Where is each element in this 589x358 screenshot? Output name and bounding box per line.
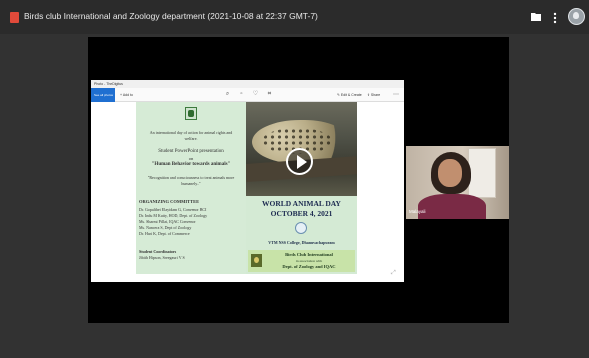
club-department: Dept. of Zoology and IQAC — [282, 264, 336, 269]
zoom-icon[interactable]: ⌕ — [224, 91, 231, 98]
background-door — [468, 148, 496, 198]
favorite-icon[interactable]: ♡ — [252, 91, 259, 98]
account-avatar[interactable] — [568, 8, 585, 25]
poster-left-panel: An international day of action for anima… — [136, 102, 246, 274]
add-to-label: Add to — [122, 93, 133, 97]
club-banner: Birds Club International in association … — [248, 250, 355, 272]
committee-member: Ms. Sharmi Pillai, IQAC Convenor — [139, 219, 196, 224]
committee-member: Ms. Nancera S, Dept of Zoology — [139, 225, 192, 230]
crop-icon[interactable]: ⌗ — [266, 91, 273, 98]
share-button[interactable]: ⇪ Share — [367, 93, 380, 97]
coordinators-heading: Student Coordinators — [139, 249, 177, 254]
poster-quote-line2: humanely.." — [181, 181, 201, 186]
share-label: Share — [370, 93, 381, 97]
club-association: in association with — [295, 259, 323, 263]
poster-quote-line1: "Recognition and consciousness to treat … — [147, 175, 235, 180]
coordinators-names: Jibith Hipson, Sreegauri V S — [139, 255, 185, 260]
event-date: OCTOBER 4, 2021 — [270, 209, 333, 218]
see-all-photos-button[interactable]: See all photos — [91, 88, 115, 102]
participant-tile: Malayali — [406, 146, 509, 219]
photos-toolbar: See all photos + Add to ⌕ ▫ ♡ ⌗ ✎ Edit &… — [91, 88, 404, 102]
college-logo-icon — [295, 222, 307, 234]
photos-app-title: Photo - TheDigitus — [91, 80, 404, 88]
committee-member: Dr. Hari K, Dept. of Commerce — [139, 231, 190, 236]
add-to-button[interactable]: + Add to — [120, 93, 133, 97]
committee-heading: ORGANIZING COMMITTEE — [139, 199, 200, 204]
poster-intro-line1: An international day of action for anima… — [149, 130, 233, 135]
poster-right-panel: WORLD ANIMAL DAY OCTOBER 4, 2021 VTM NSS… — [246, 102, 357, 274]
event-poster: An international day of action for anima… — [136, 102, 357, 274]
poster-topic: "Human Behavior towards animals" — [151, 162, 231, 167]
top-bar: Birds club International and Zoology dep… — [0, 0, 589, 34]
recording-file-icon — [10, 12, 19, 23]
see-all-photos-label: See all photos — [94, 93, 114, 97]
fullscreen-icon[interactable]: ⤢ — [391, 270, 396, 277]
more-options-icon[interactable] — [553, 11, 557, 24]
more-icon[interactable]: ⋯ — [393, 91, 399, 98]
committee-member: Dr. Gopalthei Elayidam G, Convenor BCI — [139, 207, 207, 212]
shared-screen: Photo - TheDigitus See all photos + Add … — [91, 80, 404, 282]
participant-face — [438, 159, 462, 187]
participant-name: Malayali — [409, 209, 426, 214]
folder-icon[interactable] — [531, 12, 541, 21]
poster-presentation-line2: on — [188, 156, 194, 161]
poster-presentation-line1: Student PowerPoint presentation — [158, 149, 224, 154]
college-name: VTM NSS College, Dhanuvachapuram — [268, 240, 335, 245]
edit-create-label: Edit & Create — [340, 93, 362, 97]
college-emblem-icon — [185, 107, 197, 120]
club-logo-icon — [251, 254, 262, 267]
play-icon[interactable] — [286, 148, 313, 175]
participant-body — [418, 194, 486, 219]
club-name: Birds Club International — [285, 252, 333, 257]
event-title: WORLD ANIMAL DAY — [262, 199, 341, 208]
committee-member: Dr. Indu M Kutty, HOD, Dept. of Zoology — [139, 213, 208, 218]
poster-intro-line2: welfare. — [184, 136, 198, 141]
leopard-photo — [246, 102, 357, 196]
video-title: Birds club International and Zoology dep… — [24, 11, 318, 21]
delete-icon[interactable]: ▫ — [238, 91, 245, 98]
edit-create-button[interactable]: ✎ Edit & Create — [337, 93, 362, 97]
